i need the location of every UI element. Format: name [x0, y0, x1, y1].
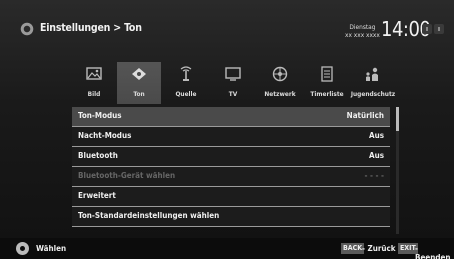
setting-value: Natürlich [346, 111, 384, 120]
settings-gear-icon [18, 20, 36, 38]
setting-value: Aus [369, 151, 384, 160]
category-quelle[interactable]: Quelle [164, 62, 208, 104]
category-tv[interactable]: TV [211, 62, 255, 104]
status-indicator-left-icon [422, 24, 432, 34]
category-label: Jugendschutz [350, 90, 396, 98]
status-indicator-right-icon [434, 24, 444, 34]
sound-icon [132, 68, 146, 80]
setting-label: Erweitert [78, 191, 116, 200]
tv-settings-screen: Einstellungen > Ton Dienstag xx xxx xxxx… [0, 0, 454, 259]
setting-label: Ton-Standardeinstellungen wählen [78, 211, 220, 220]
setting-nacht-modus[interactable]: Nacht-Modus Aus [72, 127, 390, 147]
network-icon [272, 66, 288, 82]
picture-icon [86, 67, 102, 80]
setting-label: Ton-Modus [78, 111, 122, 120]
category-bild[interactable]: Bild [72, 62, 116, 104]
breadcrumb: Einstellungen > Ton [40, 22, 142, 34]
timer-list-icon [321, 66, 333, 82]
setting-label: Bluetooth [78, 151, 118, 160]
tv-icon [225, 67, 241, 81]
select-hint: Wählen [36, 244, 67, 253]
category-label: TV [228, 90, 238, 98]
list-scrollbar-thumb[interactable] [396, 107, 399, 131]
category-netzwerk[interactable]: Netzwerk [258, 62, 302, 104]
date-display: Dienstag xx xxx xxxx [345, 23, 380, 39]
setting-label: Bluetooth-Gerät wählen [78, 171, 176, 180]
category-jugendschutz[interactable]: Jugendschutz [350, 62, 396, 104]
setting-value: Aus [369, 131, 384, 140]
category-label: Bild [87, 90, 101, 98]
header: Einstellungen > Ton Dienstag xx xxx xxxx… [0, 0, 454, 58]
setting-bluetooth[interactable]: Bluetooth Aus [72, 147, 390, 167]
category-label: Quelle [175, 90, 197, 98]
setting-label: Nacht-Modus [78, 131, 132, 140]
date-text: xx xxx xxxx [345, 30, 380, 39]
back-key-badge[interactable]: BACK [341, 243, 365, 254]
category-label: Ton [133, 90, 145, 98]
setting-ton-modus[interactable]: Ton-Modus Natürlich [72, 107, 390, 127]
settings-list: Ton-Modus Natürlich Nacht-Modus Aus Blue… [72, 107, 390, 227]
category-bar: Bild Ton Quelle TV Netzwerk Timerliste J… [72, 62, 395, 104]
parental-control-icon [366, 67, 378, 81]
category-timerliste[interactable]: Timerliste [305, 62, 349, 104]
footer: Wählen BACK - Zurück EXIT - Beenden [0, 238, 454, 259]
setting-erweitert[interactable]: Erweitert [72, 187, 390, 207]
source-icon [180, 66, 192, 81]
exit-hint: - Beenden [415, 244, 451, 259]
category-label: Netzwerk [264, 90, 296, 98]
back-hint: - Zurück [362, 244, 396, 253]
navigation-pad-icon [16, 242, 29, 255]
category-ton[interactable]: Ton [117, 62, 161, 104]
setting-bluetooth-geraet: Bluetooth-Gerät wählen - - - - [72, 167, 390, 187]
category-label: Timerliste [310, 90, 344, 98]
setting-ton-standard[interactable]: Ton-Standardeinstellungen wählen [72, 207, 390, 227]
setting-value: - - - - [364, 171, 384, 180]
